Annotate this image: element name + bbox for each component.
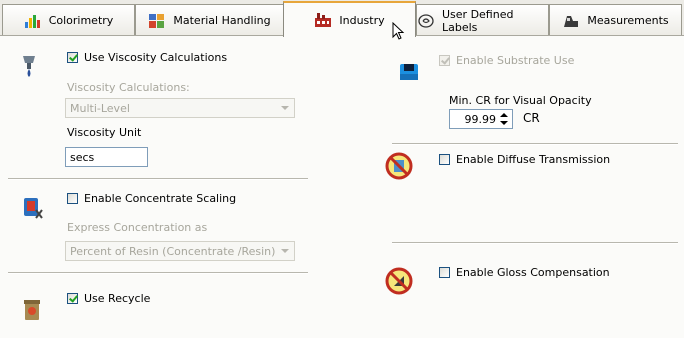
tab-strip: Colorimetry Material Handling Industry U…: [0, 0, 684, 37]
recycle-icon: [23, 299, 41, 324]
tab-user-defined-labels[interactable]: User Defined Labels: [416, 4, 549, 36]
enable-gloss-label: Enable Gloss Compensation: [456, 266, 610, 279]
enable-diffuse-checkbox[interactable]: Enable Diffuse Transmission: [439, 153, 610, 166]
chevron-down-icon: [281, 249, 289, 253]
min-cr-label: Min. CR for Visual Opacity: [449, 94, 592, 107]
divider: [392, 242, 678, 244]
viscosity-checkbox-box[interactable]: [67, 52, 78, 63]
cr-unit-label: CR: [523, 111, 540, 125]
viscosity-calculations-label: Viscosity Calculations:: [67, 81, 190, 94]
divider: [8, 178, 308, 180]
enable-diffuse-label: Enable Diffuse Transmission: [456, 153, 611, 166]
colorimetry-icon: [24, 13, 42, 29]
min-cr-value: 99.99: [464, 112, 497, 126]
divider: [8, 272, 308, 274]
express-concentration-label: Express Concentration as: [67, 221, 208, 234]
enable-concentrate-label: Enable Concentrate Scaling: [84, 192, 237, 205]
min-cr-stepper[interactable]: 99.99: [449, 109, 513, 129]
viscosity-icon: [22, 55, 36, 82]
enable-gloss-checkbox[interactable]: Enable Gloss Compensation: [439, 266, 610, 279]
user-labels-icon: [417, 13, 435, 29]
tab-colorimetry[interactable]: Colorimetry: [2, 4, 135, 36]
spinner-arrows-icon[interactable]: [499, 112, 509, 126]
use-recycle-label: Use Recycle: [84, 292, 151, 305]
tab-material-handling[interactable]: Material Handling: [135, 4, 284, 36]
substrate-icon: [398, 62, 420, 85]
tab-label: User Defined Labels: [442, 7, 514, 34]
enable-concentrate-checkbox[interactable]: Enable Concentrate Scaling: [67, 192, 236, 205]
divider: [392, 143, 678, 145]
viscosity-unit-input[interactable]: secs: [65, 147, 148, 167]
material-handling-icon: [148, 13, 166, 29]
viscosity-unit-label: Viscosity Unit: [67, 126, 142, 139]
express-concentration-select[interactable]: Percent of Resin (Concentrate /Resin): [65, 241, 295, 261]
use-viscosity-checkbox[interactable]: Use Viscosity Calculations: [67, 51, 227, 64]
mouse-cursor-icon: [392, 21, 406, 45]
viscosity-calculations-select[interactable]: Multi-Level: [65, 98, 295, 118]
measurements-icon: [562, 13, 580, 29]
enable-substrate-checkbox[interactable]: Enable Substrate Use: [439, 54, 574, 67]
viscosity-calculations-value: Multi-Level: [70, 101, 130, 115]
diffuse-transmission-icon: [384, 151, 414, 184]
industry-page: Use Viscosity Calculations Viscosity Cal…: [0, 36, 684, 338]
viscosity-unit-value: secs: [70, 150, 95, 164]
tab-measurements[interactable]: Measurements: [549, 4, 682, 36]
substrate-checkbox-box[interactable]: [439, 55, 450, 66]
gloss-checkbox-box[interactable]: [439, 267, 450, 278]
chevron-down-icon: [281, 106, 289, 110]
diffuse-checkbox-box[interactable]: [439, 154, 450, 165]
tab-label: Colorimetry: [48, 14, 114, 27]
use-recycle-checkbox[interactable]: Use Recycle: [67, 292, 150, 305]
use-viscosity-label: Use Viscosity Calculations: [84, 51, 228, 64]
tab-label: Industry: [339, 13, 385, 27]
concentrate-checkbox-box[interactable]: [67, 193, 78, 204]
tab-label: Measurements: [587, 14, 669, 27]
enable-substrate-label: Enable Substrate Use: [456, 54, 575, 67]
gloss-compensation-icon: [384, 266, 414, 299]
industry-icon: [314, 12, 332, 28]
concentrate-scaling-icon: [21, 196, 43, 223]
recycle-checkbox-box[interactable]: [67, 293, 78, 304]
express-concentration-value: Percent of Resin (Concentrate /Resin): [70, 244, 276, 258]
tab-label: Material Handling: [173, 14, 271, 27]
